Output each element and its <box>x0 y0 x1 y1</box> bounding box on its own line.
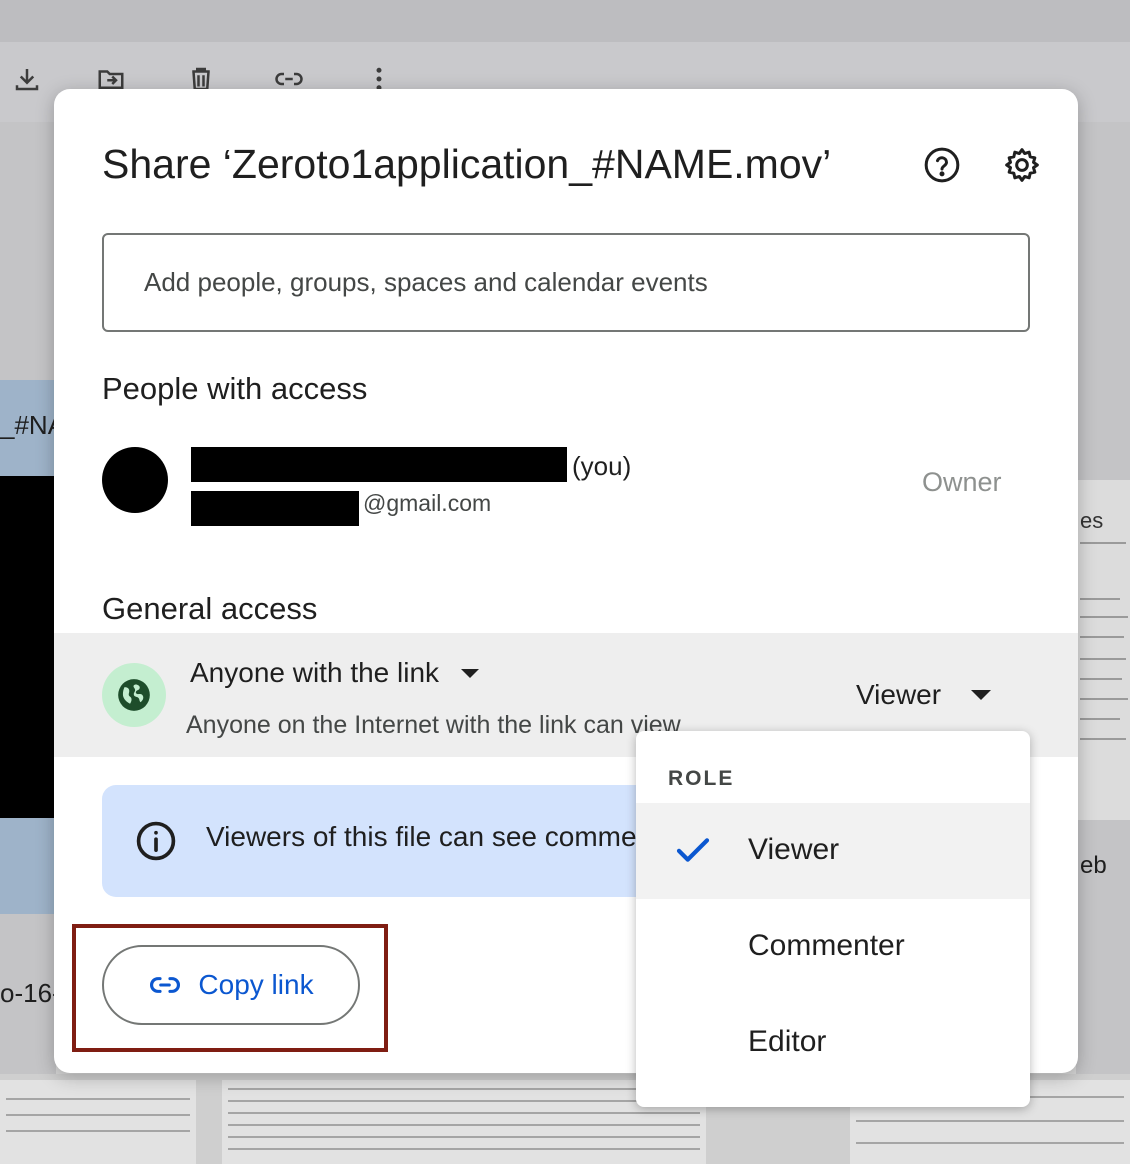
you-label: (you) <box>572 451 632 481</box>
background-document-thumbnail: es <box>1076 480 1130 820</box>
redacted-email <box>191 491 359 526</box>
role-menu-heading: ROLE <box>668 767 735 790</box>
general-access-scope: Anyone with the link <box>190 657 440 688</box>
add-people-input[interactable] <box>102 233 1030 332</box>
gear-icon[interactable] <box>1000 143 1044 187</box>
role-option-label: Editor <box>748 1025 827 1058</box>
info-banner-text: Viewers of this file can see comme <box>206 821 637 852</box>
role-option-viewer[interactable]: Viewer <box>636 803 1030 899</box>
background-file-name-3: eb <box>1080 852 1107 879</box>
background-file-name-2: o-16- <box>0 978 61 1008</box>
background-top-strip <box>0 0 1130 42</box>
link-icon <box>150 977 181 993</box>
email-suffix: @gmail.com <box>363 490 492 516</box>
role-option-label: Commenter <box>748 929 905 962</box>
background-file-footer <box>0 818 56 914</box>
caret-down-icon <box>971 690 992 700</box>
copy-link-button[interactable]: Copy link <box>102 945 360 1025</box>
background-doc-text: es <box>1080 508 1104 533</box>
globe-icon <box>102 663 166 727</box>
info-icon <box>134 819 178 863</box>
caret-down-icon <box>461 668 480 678</box>
role-option-editor[interactable]: Editor <box>636 995 1030 1091</box>
copy-link-label: Copy link <box>198 969 314 1000</box>
role-dropdown[interactable]: Viewer <box>856 679 992 711</box>
help-icon[interactable] <box>920 143 964 187</box>
redacted-name <box>191 447 567 482</box>
background-thumbnail <box>0 1080 196 1164</box>
general-access-description: Anyone on the Internet with the link can… <box>186 711 681 739</box>
people-with-access-heading: People with access <box>102 371 368 406</box>
role-menu: ROLE Viewer Commenter Editor <box>636 731 1030 1107</box>
check-icon <box>672 829 714 871</box>
general-access-heading: General access <box>102 591 318 626</box>
download-icon[interactable] <box>10 62 44 96</box>
dialog-title: Share ‘Zeroto1application_#NAME.mov’ <box>102 141 832 187</box>
general-access-dropdown[interactable]: Anyone with the link <box>190 657 480 689</box>
owner-role-label: Owner <box>922 467 1002 497</box>
background-thumbnail <box>222 1080 706 1164</box>
role-dropdown-value: Viewer <box>856 679 942 710</box>
avatar <box>102 447 168 513</box>
role-option-commenter[interactable]: Commenter <box>636 899 1030 995</box>
background-video-thumbnail <box>0 476 56 818</box>
role-option-label: Viewer <box>748 833 840 866</box>
